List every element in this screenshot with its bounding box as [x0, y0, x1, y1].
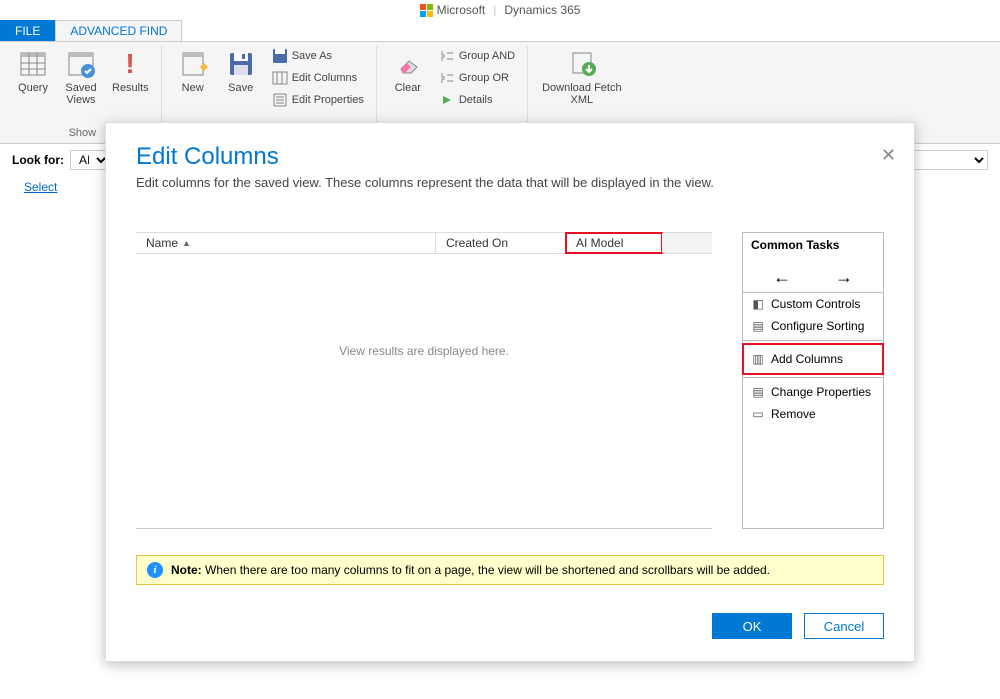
column-header-name[interactable]: Name ▲ [136, 233, 436, 253]
svg-text:!: ! [126, 49, 135, 79]
select-link[interactable]: Select [24, 180, 57, 194]
dialog-title: Edit Columns [136, 143, 884, 171]
move-arrows: ← → [743, 257, 883, 293]
separator: | [493, 3, 496, 17]
dialog-footer: OK Cancel [106, 601, 914, 661]
save-as-icon [272, 48, 288, 64]
microsoft-logo-icon [420, 4, 433, 17]
download-icon [566, 48, 598, 80]
custom-controls-icon: ◧ [751, 297, 765, 311]
saved-views-button[interactable]: Saved Views [60, 46, 102, 108]
common-tasks-panel: Common Tasks ← → ◧ Custom Controls ▤ Con… [742, 232, 884, 529]
column-header-spacer [662, 233, 712, 253]
brand-text: Microsoft [437, 3, 486, 17]
app-header: Microsoft | Dynamics 365 [0, 0, 1000, 20]
configure-sorting-button[interactable]: ▤ Configure Sorting [743, 315, 883, 337]
move-left-button[interactable]: ← [773, 267, 791, 288]
results-icon: ! [114, 48, 146, 80]
dialog-header: Edit Columns Edit columns for the saved … [106, 123, 914, 202]
group-and-button[interactable]: Group AND [435, 46, 519, 66]
edit-columns-button[interactable]: Edit Columns [268, 68, 368, 88]
details-button[interactable]: Details [435, 90, 519, 110]
column-header-ai-model[interactable]: AI Model [566, 233, 662, 253]
add-columns-button[interactable]: ▥ Add Columns [743, 344, 883, 374]
add-columns-icon: ▥ [751, 352, 765, 366]
note-bar: i Note: When there are too many columns … [136, 555, 884, 585]
group-or-button[interactable]: Group OR [435, 68, 519, 88]
look-for-select[interactable]: AI Bu [70, 150, 110, 170]
new-button[interactable]: New [172, 46, 214, 96]
info-icon: i [147, 562, 163, 578]
remove-button[interactable]: ▭ Remove [743, 403, 883, 425]
microsoft-brand: Microsoft [420, 3, 486, 17]
dialog-subtitle: Edit columns for the saved view. These c… [136, 175, 884, 190]
close-button[interactable]: ✕ [881, 145, 896, 166]
arrow-right-icon: → [835, 267, 853, 287]
custom-controls-button[interactable]: ◧ Custom Controls [743, 293, 883, 315]
eraser-icon [392, 48, 424, 80]
edit-columns-icon [272, 70, 288, 86]
task-separator [743, 340, 883, 341]
change-properties-button[interactable]: ▤ Change Properties [743, 381, 883, 403]
move-right-button[interactable]: → [835, 267, 853, 288]
query-button[interactable]: Query [12, 46, 54, 96]
clear-button[interactable]: Clear [387, 46, 429, 96]
ribbon-tabs: FILE ADVANCED FIND [0, 20, 1000, 42]
change-properties-icon: ▤ [751, 385, 765, 399]
divider [136, 528, 712, 529]
results-button[interactable]: ! Results [108, 46, 153, 96]
common-tasks-header: Common Tasks [743, 233, 883, 257]
product-name: Dynamics 365 [504, 3, 580, 17]
saved-views-icon [65, 48, 97, 80]
save-button[interactable]: Save [220, 46, 262, 96]
edit-properties-button[interactable]: Edit Properties [268, 90, 368, 110]
look-for-label: Look for: [12, 153, 64, 167]
task-separator-2 [743, 377, 883, 378]
save-as-button[interactable]: Save As [268, 46, 368, 66]
arrow-left-icon: ← [773, 267, 791, 287]
columns-header-row: Name ▲ Created On AI Model [136, 232, 712, 254]
note-text: Note: When there are too many columns to… [171, 563, 770, 577]
details-icon [439, 92, 455, 108]
group-or-icon [439, 70, 455, 86]
results-placeholder: View results are displayed here. [136, 254, 712, 448]
tab-file[interactable]: FILE [0, 20, 55, 41]
edit-columns-dialog: Edit Columns Edit columns for the saved … [105, 122, 915, 662]
dialog-body: Name ▲ Created On AI Model View results … [106, 202, 914, 539]
ok-button[interactable]: OK [712, 613, 792, 639]
new-icon [177, 48, 209, 80]
edit-properties-icon [272, 92, 288, 108]
sorting-icon: ▤ [751, 319, 765, 333]
columns-area: Name ▲ Created On AI Model View results … [136, 232, 712, 529]
tab-advanced-find[interactable]: ADVANCED FIND [55, 20, 182, 41]
cancel-button[interactable]: Cancel [804, 613, 884, 639]
remove-icon: ▭ [751, 407, 765, 421]
sort-ascending-icon: ▲ [182, 238, 191, 248]
download-fetch-xml-button[interactable]: Download Fetch XML [538, 46, 626, 108]
group-and-icon [439, 48, 455, 64]
close-icon: ✕ [881, 145, 896, 165]
query-icon [17, 48, 49, 80]
column-header-created-on[interactable]: Created On [436, 233, 566, 253]
save-icon [225, 48, 257, 80]
